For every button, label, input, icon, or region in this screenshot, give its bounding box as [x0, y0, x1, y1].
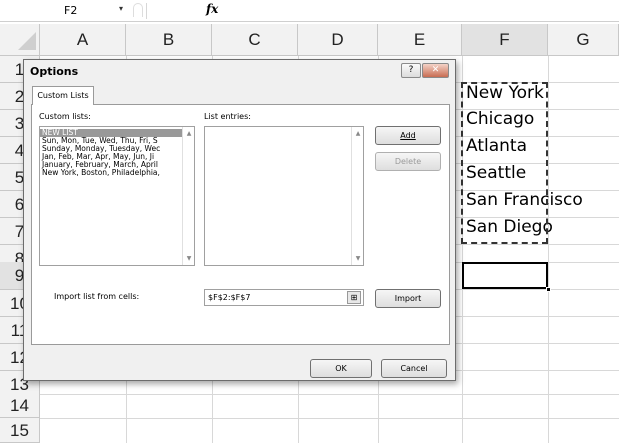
scroll-up-icon[interactable]: ▲	[183, 130, 194, 137]
add-button[interactable]: Add	[375, 126, 441, 145]
formula-input[interactable]	[226, 3, 616, 19]
custom-lists-listbox[interactable]: NEW LIST Sun, Mon, Tue, Wed, Thu, Fri, S…	[39, 126, 195, 266]
tab-custom-lists[interactable]: Custom Lists	[32, 86, 94, 105]
close-button[interactable]: ✕	[422, 63, 449, 78]
row-header-14[interactable]: 14	[0, 394, 40, 418]
column-header-e[interactable]: E	[378, 24, 462, 56]
fill-handle[interactable]	[546, 287, 551, 292]
copy-marquee-border	[461, 82, 548, 244]
column-header-c[interactable]: C	[212, 24, 298, 56]
dialog-title: Options	[30, 65, 79, 78]
options-dialog: Options ? ✕ Custom Lists Custom lists: L…	[23, 59, 456, 381]
list-item[interactable]: Jan, Feb, Mar, Apr, May, Jun, Ji	[40, 153, 183, 161]
column-header-d[interactable]: D	[298, 24, 378, 56]
collapse-dialog-icon[interactable]: ⊞	[347, 291, 361, 304]
formula-bar-separator	[146, 3, 147, 19]
import-range-value: $F$2:$F$7	[208, 293, 251, 302]
name-box[interactable]: F2	[8, 3, 116, 19]
list-item[interactable]: Sun, Mon, Tue, Wed, Thu, Fri, S	[40, 137, 183, 145]
column-header-f[interactable]: F	[462, 24, 548, 56]
column-header-a[interactable]: A	[40, 24, 126, 56]
insert-function-icon[interactable]: fx	[206, 2, 218, 16]
formula-bar: F2 ▾ fx	[0, 0, 619, 22]
custom-lists-panel: Custom lists: List entries: NEW LIST Sun…	[31, 104, 450, 345]
gridline	[548, 56, 549, 443]
select-all-triangle-icon	[18, 32, 36, 50]
list-entries-textarea[interactable]: ▲ ▼	[204, 126, 364, 266]
delete-button[interactable]: Delete	[375, 152, 441, 171]
scroll-down-icon[interactable]: ▼	[183, 255, 194, 262]
list-item[interactable]: New York, Boston, Philadelphia,	[40, 169, 183, 177]
gridline	[40, 394, 619, 395]
list-item[interactable]: Sunday, Monday, Tuesday, Wec	[40, 145, 183, 153]
active-cell-f9[interactable]	[462, 262, 548, 289]
row-header-15[interactable]: 15	[0, 418, 40, 443]
import-range-input[interactable]: $F$2:$F$7 ⊞	[204, 289, 364, 306]
list-item[interactable]: January, February, March, April	[40, 161, 183, 169]
help-button[interactable]: ?	[401, 63, 421, 78]
list-entries-scrollbar[interactable]: ▲ ▼	[351, 127, 363, 265]
list-item[interactable]: NEW LIST	[40, 129, 183, 137]
column-header-b[interactable]: B	[126, 24, 212, 56]
scroll-down-icon[interactable]: ▼	[352, 255, 364, 262]
import-list-label: Import list from cells:	[54, 292, 140, 301]
gridline	[40, 418, 619, 419]
cancel-button[interactable]: Cancel	[381, 359, 447, 378]
list-entries-label: List entries:	[204, 112, 251, 121]
formula-bar-resize-icon	[133, 3, 143, 17]
column-header-g[interactable]: G	[548, 24, 619, 56]
custom-lists-label: Custom lists:	[39, 112, 91, 121]
custom-lists-scrollbar[interactable]: ▲ ▼	[182, 127, 194, 265]
import-button[interactable]: Import	[375, 289, 441, 308]
name-box-dropdown-icon[interactable]: ▾	[119, 4, 123, 13]
scroll-up-icon[interactable]: ▲	[352, 130, 364, 137]
ok-button[interactable]: OK	[310, 359, 372, 378]
